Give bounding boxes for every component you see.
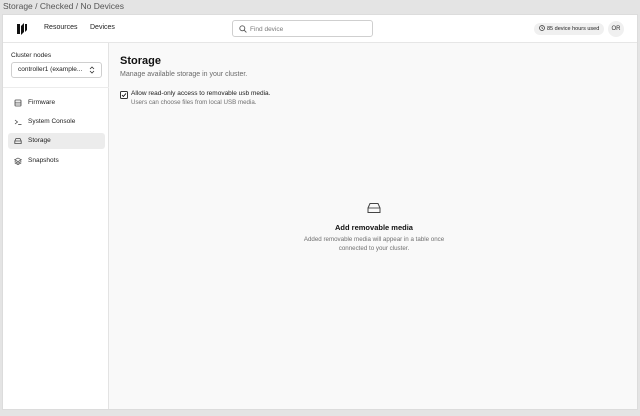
- chip-icon: [14, 99, 22, 107]
- sidebar-item-label: System Console: [28, 118, 76, 125]
- allow-usb-help: Users can choose files from local USB me…: [131, 99, 257, 106]
- check-icon: [121, 93, 127, 98]
- usage-badge[interactable]: 85 device hours used: [534, 23, 605, 35]
- storage-icon: [367, 203, 381, 213]
- usage-text: 85 device hours used: [547, 26, 600, 32]
- empty-state-title: Add removable media: [335, 223, 413, 232]
- nav-resources[interactable]: Resources: [44, 24, 77, 31]
- sidebar-item-label: Storage: [28, 137, 51, 144]
- allow-usb-label[interactable]: Allow read-only access to removable usb …: [131, 90, 270, 97]
- sidebar-item-snapshots[interactable]: Snapshots: [8, 153, 105, 169]
- nav-devices[interactable]: Devices: [90, 24, 115, 31]
- sidebar: Cluster nodes controller1 (example... Fi…: [3, 43, 109, 409]
- window-breadcrumb: Storage / Checked / No Devices: [0, 0, 640, 14]
- clock-icon: [539, 25, 545, 31]
- sidebar-item-firmware[interactable]: Firmware: [8, 95, 105, 111]
- cluster-nodes-heading: Cluster nodes: [11, 52, 52, 59]
- empty-state-description: Added removable media will appear in a t…: [303, 236, 445, 252]
- sidebar-item-label: Snapshots: [28, 157, 59, 164]
- chevron-updown-icon: [89, 66, 95, 74]
- search-box[interactable]: [232, 20, 373, 37]
- main-content: Storage Manage available storage in your…: [109, 43, 637, 409]
- cluster-node-select[interactable]: controller1 (example...: [11, 62, 102, 78]
- sidebar-item-storage[interactable]: Storage: [8, 133, 105, 149]
- sidebar-item-system-console[interactable]: System Console: [8, 114, 105, 130]
- search-icon: [239, 25, 247, 33]
- avatar[interactable]: OR: [608, 21, 624, 37]
- storage-icon: [14, 138, 22, 144]
- page-subtitle: Manage available storage in your cluster…: [120, 71, 248, 78]
- allow-usb-checkbox[interactable]: [120, 91, 128, 99]
- sidebar-divider: [3, 87, 109, 88]
- logo-icon[interactable]: [15, 22, 29, 36]
- cluster-node-value: controller1 (example...: [18, 66, 83, 73]
- app-window: Resources Devices 85 device hours used O…: [2, 14, 638, 410]
- sidebar-item-label: Firmware: [28, 99, 56, 106]
- search-input[interactable]: [250, 23, 368, 35]
- terminal-icon: [14, 119, 22, 125]
- empty-state: [367, 201, 381, 219]
- page-title: Storage: [120, 55, 161, 67]
- layers-icon: [14, 157, 22, 165]
- top-bar: Resources Devices 85 device hours used O…: [3, 15, 637, 43]
